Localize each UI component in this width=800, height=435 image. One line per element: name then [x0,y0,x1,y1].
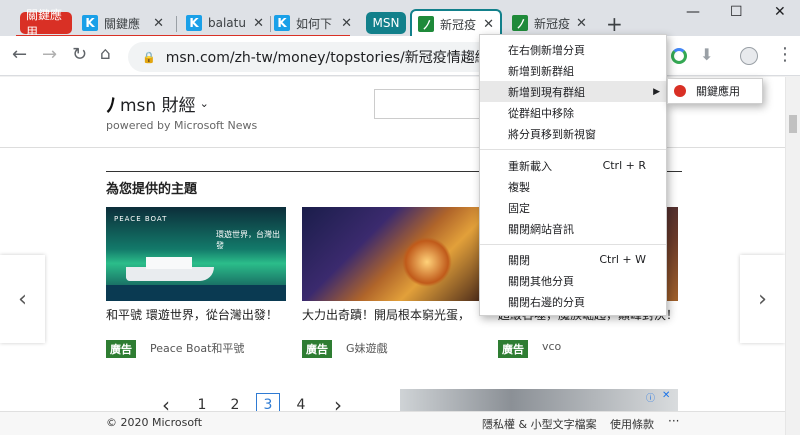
sponsor-name: G妹遊戲 [346,342,388,355]
chevron-right-icon: ▶ [653,86,660,97]
card-title[interactable]: 和平號 環遊世界，從台灣出發！ [106,306,286,323]
tab-title: 新冠疫 [534,16,571,31]
ad-badge: 廣告 [498,340,528,358]
card-image-peace-boat[interactable]: PEACE BOAT 環遊世界，台灣出發 [106,207,286,301]
tab-separator [176,16,177,32]
ship-shape [126,267,214,281]
adchoices-icon[interactable]: ⓘ [646,391,655,404]
carousel-next-button[interactable]: › [740,255,785,343]
ad-badge: 廣告 [302,340,332,358]
web-page: ﾉ msn 財經 ⌄ powered by Microsoft News 為您提… [0,77,785,435]
menu-item-add-to-new-group[interactable]: 新增到新群組 [480,60,666,81]
sea-shape [106,285,286,301]
shortcut-label: Ctrl + W [599,253,646,266]
menu-item-mute-site[interactable]: 關閉網站音訊 [480,218,666,239]
close-icon[interactable]: ✕ [570,16,592,31]
new-tab-button[interactable]: + [606,12,623,36]
sponsor-name: Peace Boat和平號 [150,342,245,355]
menu-item-new-tab-right[interactable]: 在右側新增分頁 [480,39,666,60]
card-image-game[interactable] [302,207,482,301]
home-icon[interactable]: ⌂ [100,44,111,64]
download-icon[interactable]: ⬇ [700,45,713,64]
menu-item-duplicate[interactable]: 複製 [480,176,666,197]
tab-separator [270,16,271,32]
tab-title: 關鍵應 [104,16,141,31]
maximize-icon[interactable]: ☐ [730,4,743,20]
msn-favicon-icon: ﾉ [418,16,434,32]
tab-title: 新冠疫 [440,17,477,32]
footer-more-icon[interactable]: ··· [668,414,679,428]
msn-favicon-icon: ﾉ [512,15,528,31]
ad-badge: 廣告 [106,340,136,358]
menu-item-move-to-new-window[interactable]: 將分頁移到新視窗 [480,123,666,144]
menu-icon[interactable]: ⋮ [776,44,794,65]
shortcut-label: Ctrl + R [602,159,646,172]
tab-context-menu: 在右側新增分頁 新增到新群組 新增到現有群組 ▶ 從群組中移除 將分頁移到新視窗 … [479,34,667,316]
tab-title: 如何下 [296,16,333,31]
header-divider [0,147,785,148]
profile-avatar[interactable] [740,47,758,65]
reload-icon[interactable]: ↻ [72,44,87,65]
banner-brand: PEACE BOAT [114,215,168,223]
menu-item-remove-from-group[interactable]: 從群組中移除 [480,102,666,123]
menu-item-pin[interactable]: 固定 [480,197,666,218]
tab-how-to[interactable]: K 如何下 ✕ [274,10,358,36]
sponsor-name: vco [542,340,562,353]
menu-item-reload[interactable]: 重新載入 Ctrl + R [480,155,666,176]
close-icon[interactable]: ✕ [335,16,358,31]
scrollbar-thumb[interactable] [789,115,797,133]
extension-icon[interactable] [671,48,687,64]
group-color-dot-icon [674,85,686,97]
menu-separator [480,244,666,245]
tab-covid-active[interactable]: ﾉ 新冠疫 ✕ [410,9,502,37]
logo-text: msn 財經 [120,96,196,116]
game-glow [402,237,452,287]
carousel-prev-button[interactable]: ‹ [0,255,45,343]
card-title[interactable]: 大力出奇蹟！開局根本窮光蛋， [302,306,482,323]
footer-terms-link[interactable]: 使用條款 [610,416,654,432]
menu-separator [480,149,666,150]
search-input[interactable] [374,89,484,119]
banner-text: 環遊世界，台灣出發 [216,230,280,250]
menu-item-close[interactable]: 關閉 Ctrl + W [480,249,666,270]
tab-covid[interactable]: ﾉ 新冠疫 ✕ [512,10,592,36]
tab-title: balatu [208,16,246,30]
menu-item-close-right[interactable]: 關閉右邊的分頁 [480,291,666,312]
footer-privacy-link[interactable]: 隱私權 & 小型文字檔案 [482,416,597,432]
close-window-icon[interactable]: ✕ [774,4,786,20]
close-icon[interactable]: ✕ [147,16,170,31]
powered-by: powered by Microsoft News [106,119,258,132]
tab-group-label-key-apps[interactable]: 關鍵應用 [20,8,72,39]
msn-logo[interactable]: ﾉ msn 財經 ⌄ [106,89,209,118]
tab-balatu[interactable]: K balatu ✕ [186,10,270,36]
minimize-icon[interactable]: — [686,4,700,20]
url-text: msn.com/zh-tw/money/topstories/新冠疫情趨緩-美國 [165,50,522,66]
k-app-icon: K [82,15,98,31]
k-app-icon: K [274,15,290,31]
footer-copyright: © 2020 Microsoft [106,416,203,429]
back-icon[interactable]: ← [12,44,27,65]
tab-group-label-msn[interactable]: MSN [366,12,406,34]
existing-group-submenu: 關鍵應用 [667,78,763,104]
k-app-icon: K [186,15,202,31]
close-ad-icon[interactable]: ✕ [662,390,670,401]
msn-butterfly-icon: ﾉ [106,93,116,117]
chevron-down-icon: ⌄ [199,97,209,110]
section-title: 為您提供的主題 [106,182,198,197]
vertical-scrollbar[interactable] [785,77,800,435]
menu-item-add-to-existing-group[interactable]: 新增到現有群組 ▶ [480,81,666,102]
menu-item-close-others[interactable]: 關閉其他分頁 [480,270,666,291]
lock-icon: 🔒 [142,50,156,64]
submenu-label: 關鍵應用 [696,85,740,98]
tab-key-apps[interactable]: K 關鍵應 ✕ [82,10,170,36]
submenu-item-key-apps[interactable]: 關鍵應用 [668,79,762,103]
close-icon[interactable]: ✕ [477,17,500,32]
forward-icon[interactable]: → [42,44,57,65]
ship-cabin [146,257,192,269]
address-bar[interactable]: 🔒 msn.com/zh-tw/money/topstories/新冠疫情趨緩-… [128,42,523,72]
close-icon[interactable]: ✕ [247,16,270,31]
